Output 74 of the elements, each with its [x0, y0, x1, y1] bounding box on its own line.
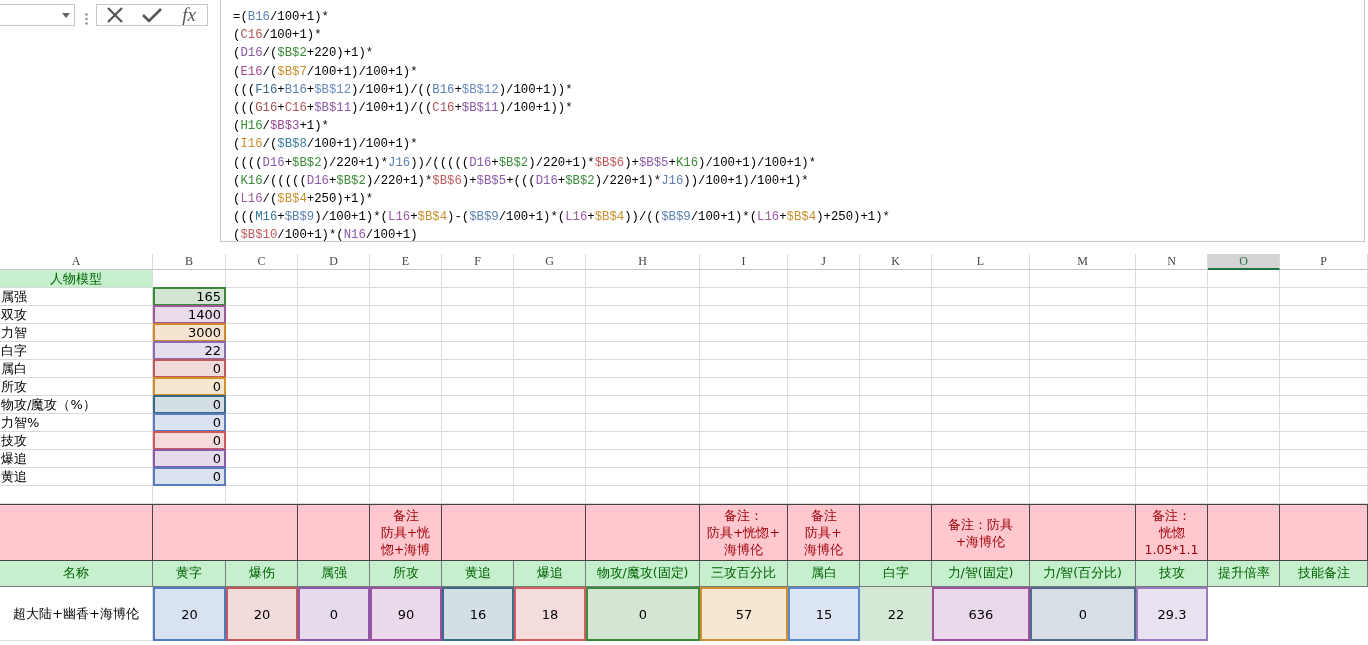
column-header: 名称 — [0, 561, 153, 587]
column-header: 属强 — [298, 561, 370, 587]
formula-line: (((G16+C16+$B$11)/100+1)/((C16+$B$11)/100+1))* — [233, 100, 573, 117]
column-header: 黄追 — [442, 561, 514, 587]
note-cell — [860, 504, 932, 561]
note-cell: 备注： 恍惚 1.05*1.1 — [1136, 504, 1208, 561]
column-header: 三攻百分比 — [700, 561, 788, 587]
note-cell: 备注 防具+恍 惚+海博 — [370, 504, 442, 561]
more-icon[interactable] — [85, 13, 88, 25]
column-header: 爆追 — [514, 561, 586, 587]
column-letter[interactable]: P — [1280, 254, 1368, 270]
close-icon[interactable] — [106, 6, 125, 24]
value-cell[interactable]: 0 — [1030, 587, 1136, 641]
column-header: 技攻 — [1136, 561, 1208, 587]
column-header: 力/智(固定) — [932, 561, 1030, 587]
column-letter[interactable]: G — [514, 254, 586, 270]
value-cell[interactable]: 29.3 — [1136, 587, 1208, 641]
formula-line: ((((D16+$B$2)/220+1)*J16))/(((((D16+$B$2)/220+1)*$B$6)+$B$5+K16)/100+1)/100+1)* — [233, 154, 817, 172]
value-cell[interactable]: 90 — [370, 587, 442, 641]
formula-line: (((F16+B16+$B$12)/100+1)/((B16+$B$12)/100+1))* — [233, 81, 573, 99]
formula-line: (L16/($B$4+250)+1)* — [233, 191, 374, 209]
formula-line: (H16/$B$3+1)* — [233, 118, 329, 136]
column-header: 白字 — [860, 561, 932, 587]
formula-field[interactable] — [220, 0, 1365, 242]
column-letter[interactable]: O — [1208, 254, 1280, 270]
value-cell[interactable]: 20 — [153, 587, 226, 641]
value-cell[interactable]: 0 — [586, 587, 700, 641]
column-letter[interactable]: L — [932, 254, 1030, 270]
caret-icon — [62, 12, 70, 18]
value-cell[interactable]: 20 — [226, 587, 298, 641]
column-letter[interactable]: F — [442, 254, 514, 270]
column-header: 技能备注 — [1280, 561, 1368, 587]
value-cell[interactable]: 18 — [514, 587, 586, 641]
column-letter[interactable]: E — [370, 254, 442, 270]
value-cell[interactable]: 16 — [442, 587, 514, 641]
value-cell[interactable]: 22 — [860, 587, 932, 641]
value-cell[interactable]: 0 — [298, 587, 370, 641]
formula-line: (K16/(((((D16+$B$2)/220+1)*$B$6)+$B$5+(((D16+$B$2)/220+1)*J16))/100+1)/100+1)* — [233, 172, 809, 190]
column-letter[interactable]: C — [226, 254, 298, 270]
note-cell — [298, 504, 370, 561]
value-cell[interactable]: 0 — [153, 467, 226, 486]
column-header: 属白 — [788, 561, 860, 587]
formula-line: (((M16+$B$9)/100+1)*(L16+$B$4)-($B$9/100+1)*(L16+$B$4))/(($B$9/100+1)*(L16+$B$4)+250)+1)* — [233, 209, 890, 227]
formula-line: (D16/($B$2+220)+1)* — [233, 45, 374, 63]
formula-line: (I16/($B$8/100+1)/100+1)* — [233, 136, 418, 154]
column-letter[interactable]: D — [298, 254, 370, 270]
value-cell[interactable]: 636 — [932, 587, 1030, 641]
model-title: 人物模型 — [0, 270, 153, 288]
column-header: 黄字 — [153, 561, 226, 587]
column-letter[interactable]: H — [586, 254, 700, 270]
formula-line: ($B$10/100+1)*(N16/100+1) — [233, 227, 418, 245]
column-header: 所攻 — [370, 561, 442, 587]
note-cell: 备注： 防具+恍惚+ 海博伦 — [700, 504, 788, 561]
value-cell[interactable]: 57 — [700, 587, 788, 641]
table-cell: 超大陆+幽香+海博伦 — [0, 587, 153, 641]
note-cell: 备注：防具 +海博伦 — [932, 504, 1030, 561]
row-label: 黄追 — [0, 468, 153, 486]
column-header: 物攻/魔攻(固定) — [586, 561, 700, 587]
value-cell[interactable]: 15 — [788, 587, 860, 641]
note-cell — [1208, 504, 1280, 561]
column-header: 力/智(百分比) — [1030, 561, 1136, 587]
column-letter[interactable]: J — [788, 254, 860, 270]
formula-line: =(B16/100+1)* — [233, 9, 329, 26]
formula-line: (C16/100+1)* — [233, 27, 322, 45]
column-header: 爆伤 — [226, 561, 298, 587]
column-letter[interactable]: I — [700, 254, 788, 270]
column-letter[interactable]: B — [153, 254, 226, 270]
check-icon[interactable] — [142, 7, 163, 23]
column-letter[interactable]: K — [860, 254, 932, 270]
column-header: 提升倍率 — [1208, 561, 1280, 587]
column-letter[interactable]: M — [1030, 254, 1136, 270]
note-cell: 备注 防具+ 海博伦 — [788, 504, 860, 561]
formula-line: (E16/($B$7/100+1)/100+1)* — [233, 63, 418, 81]
insert-function-button[interactable]: fx — [180, 5, 198, 25]
